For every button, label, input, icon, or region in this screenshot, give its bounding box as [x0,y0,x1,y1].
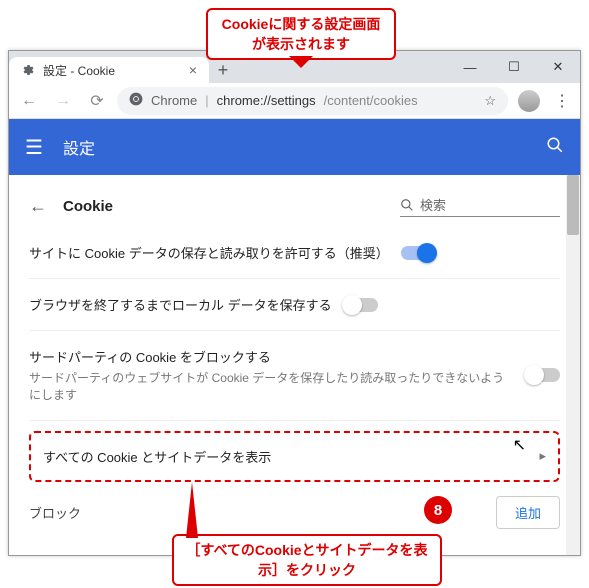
cursor-icon: ↖ [513,435,526,455]
browser-tab[interactable]: 設定 - Cookie × [9,57,209,83]
omnibox[interactable]: Chrome | chrome://settings/content/cooki… [117,87,508,115]
browser-window: 設定 - Cookie × + — ☐ ✕ ← → ⟳ Chrome | chr… [8,50,581,556]
highlight-box: すべての Cookie とサイトデータを表示 ▸ [29,431,560,482]
bookmark-star-icon[interactable]: ☆ [484,93,496,109]
setting-title: ブラウザを終了するまでローカル データを保存する [29,295,332,314]
back-button[interactable]: ← [15,87,43,115]
step-badge: 8 [424,496,452,524]
page-header: ← Cookie 検索 [29,175,560,227]
settings-content: ← Cookie 検索 サイトに Cookie データの保存と読み取りを許可する… [9,175,580,555]
minimize-button[interactable]: — [448,51,492,83]
omnibox-url-rest: /content/cookies [324,93,418,108]
annotation-callout-top: Cookieに関する設定画面が表示されます [206,8,396,60]
search-icon [400,198,414,212]
search-icon[interactable] [546,136,564,159]
row-label: すべての Cookie とサイトデータを表示 [43,447,271,466]
setting-title: サイトに Cookie データの保存と読み取りを許可する（推奨） [29,243,389,262]
settings-search-input[interactable]: 検索 [400,195,560,217]
reload-button[interactable]: ⟳ [83,87,111,115]
chevron-right-icon: ▸ [539,448,546,464]
settings-appbar: ☰ 設定 [9,119,580,175]
add-button[interactable]: 追加 [496,496,560,529]
page-title: Cookie [63,198,113,215]
forward-button[interactable]: → [49,87,77,115]
badge-number: 8 [434,502,442,519]
back-arrow-icon[interactable]: ← [29,196,47,217]
hamburger-icon[interactable]: ☰ [25,135,43,160]
chrome-icon [129,92,143,109]
address-bar: ← → ⟳ Chrome | chrome://settings/content… [9,83,580,119]
gear-icon [21,63,35,77]
setting-allow-cookies[interactable]: サイトに Cookie データの保存と読み取りを許可する（推奨） [29,227,560,279]
toggle-switch[interactable] [401,246,435,260]
new-tab-button[interactable]: + [209,57,237,83]
appbar-title: 設定 [63,135,95,159]
close-tab-icon[interactable]: × [189,62,197,78]
omnibox-url-main: chrome://settings [217,93,316,108]
toggle-switch[interactable] [526,368,560,382]
setting-title: サードパーティの Cookie をブロックする [29,347,514,366]
search-placeholder: 検索 [420,195,446,214]
scrollbar[interactable] [566,175,580,555]
tab-title: 設定 - Cookie [43,62,181,79]
block-section: ブロック 追加 [29,482,560,529]
all-cookies-row[interactable]: すべての Cookie とサイトデータを表示 ▸ [31,433,558,480]
profile-avatar[interactable] [518,90,540,112]
setting-subtitle: サードパーティのウェブサイトが Cookie データを保存したり読み取ったりでき… [29,370,514,404]
callout-top-text: Cookieに関する設定画面が表示されます [222,16,381,52]
callout-bottom-text: ［すべてのCookieとサイトデータを表示］をクリック [186,542,427,578]
toggle-switch[interactable] [344,298,378,312]
close-window-button[interactable]: ✕ [536,51,580,83]
omnibox-scheme: Chrome [151,93,197,108]
kebab-menu-icon[interactable]: ⋮ [550,91,574,111]
annotation-callout-bottom: ［すべてのCookieとサイトデータを表示］をクリック [172,534,442,586]
scrollbar-thumb[interactable] [567,175,579,235]
setting-keep-until-exit[interactable]: ブラウザを終了するまでローカル データを保存する [29,279,560,331]
setting-block-third-party[interactable]: サードパーティの Cookie をブロックする サードパーティのウェブサイトが … [29,331,560,421]
maximize-button[interactable]: ☐ [492,51,536,83]
block-label: ブロック [29,503,81,522]
omnibox-separator: | [205,93,208,108]
